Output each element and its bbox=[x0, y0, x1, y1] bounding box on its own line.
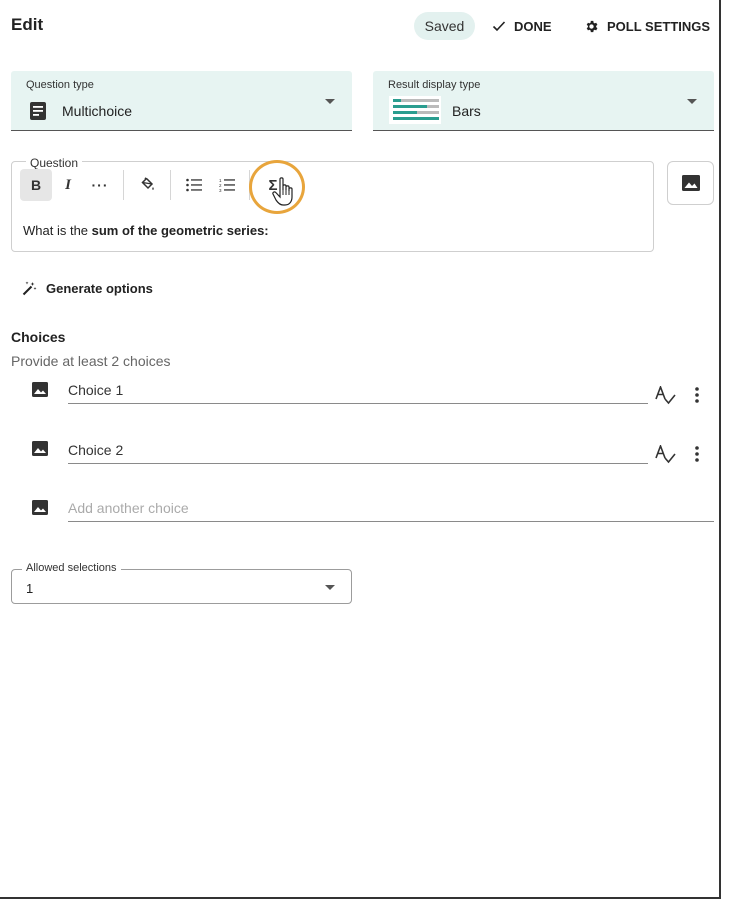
editor-panel: Edit Saved DONE POLL SETTINGS Question t… bbox=[0, 0, 721, 899]
italic-button[interactable]: I bbox=[52, 169, 84, 201]
hand-cursor-icon bbox=[272, 177, 293, 206]
saved-badge: Saved bbox=[414, 12, 475, 40]
result-display-select[interactable]: Result display type Bars bbox=[373, 71, 714, 131]
more-vert-icon[interactable] bbox=[694, 446, 700, 462]
poll-settings-label: POLL SETTINGS bbox=[607, 18, 711, 34]
svg-text:3: 3 bbox=[219, 188, 222, 192]
choice-input[interactable]: Choice 2 bbox=[68, 439, 648, 464]
magic-wand-icon bbox=[22, 281, 37, 296]
result-display-value: Bars bbox=[452, 103, 481, 119]
question-text[interactable]: What is the sum of the geometric series: bbox=[23, 223, 269, 238]
bulleted-list-button[interactable] bbox=[178, 169, 210, 201]
document-icon bbox=[30, 102, 46, 120]
result-display-label: Result display type bbox=[388, 79, 481, 91]
chevron-down-icon bbox=[687, 99, 697, 104]
add-question-image-button[interactable] bbox=[667, 161, 714, 205]
question-label: Question bbox=[26, 156, 83, 170]
choices-hint: Provide at least 2 choices bbox=[11, 353, 171, 369]
allowed-selections-value: 1 bbox=[26, 581, 34, 596]
spellcheck-icon[interactable] bbox=[655, 445, 677, 465]
chevron-down-icon bbox=[325, 585, 335, 590]
check-icon bbox=[492, 21, 506, 32]
more-icon: ··· bbox=[91, 177, 109, 193]
italic-icon: I bbox=[65, 176, 71, 193]
done-label: DONE bbox=[514, 18, 552, 34]
question-type-select[interactable]: Question type Multichoice bbox=[11, 71, 352, 131]
gear-icon bbox=[586, 20, 598, 32]
allowed-selections-label: Allowed selections bbox=[22, 562, 121, 574]
bold-button[interactable]: B bbox=[20, 169, 52, 201]
generate-options-label: Generate options bbox=[46, 281, 153, 296]
image-icon bbox=[681, 175, 700, 191]
bulleted-list-icon bbox=[186, 178, 202, 192]
choice-input[interactable]: Choice 1 bbox=[68, 379, 648, 404]
bars-thumbnail-icon bbox=[389, 96, 441, 124]
choice-image-icon[interactable] bbox=[32, 382, 48, 397]
fill-color-button[interactable] bbox=[131, 169, 163, 201]
more-formatting-button[interactable]: ··· bbox=[84, 169, 116, 201]
done-button[interactable]: DONE bbox=[492, 12, 552, 40]
numbered-list-icon: 123 bbox=[219, 178, 235, 192]
allowed-selections-select[interactable] bbox=[11, 569, 352, 604]
more-vert-icon[interactable] bbox=[694, 387, 700, 403]
page-title: Edit bbox=[11, 15, 44, 34]
choices-heading: Choices bbox=[11, 329, 66, 345]
chevron-down-icon bbox=[325, 99, 335, 104]
toolbar-divider bbox=[123, 170, 124, 200]
bold-icon: B bbox=[30, 177, 42, 193]
choice-image-icon[interactable] bbox=[32, 500, 48, 515]
question-text-normal: What is the bbox=[23, 223, 92, 238]
generate-options-button[interactable]: Generate options bbox=[22, 281, 153, 296]
paint-bucket-icon bbox=[141, 177, 154, 190]
question-type-label: Question type bbox=[26, 79, 94, 91]
spellcheck-icon[interactable] bbox=[655, 386, 677, 406]
add-choice-input[interactable]: Add another choice bbox=[68, 497, 714, 522]
numbered-list-button[interactable]: 123 bbox=[211, 169, 243, 201]
question-text-bold: sum of the geometric series: bbox=[91, 223, 269, 238]
toolbar-divider bbox=[170, 170, 171, 200]
question-type-value: Multichoice bbox=[62, 103, 133, 119]
poll-settings-button[interactable]: POLL SETTINGS bbox=[584, 12, 710, 40]
choice-image-icon[interactable] bbox=[32, 441, 48, 456]
